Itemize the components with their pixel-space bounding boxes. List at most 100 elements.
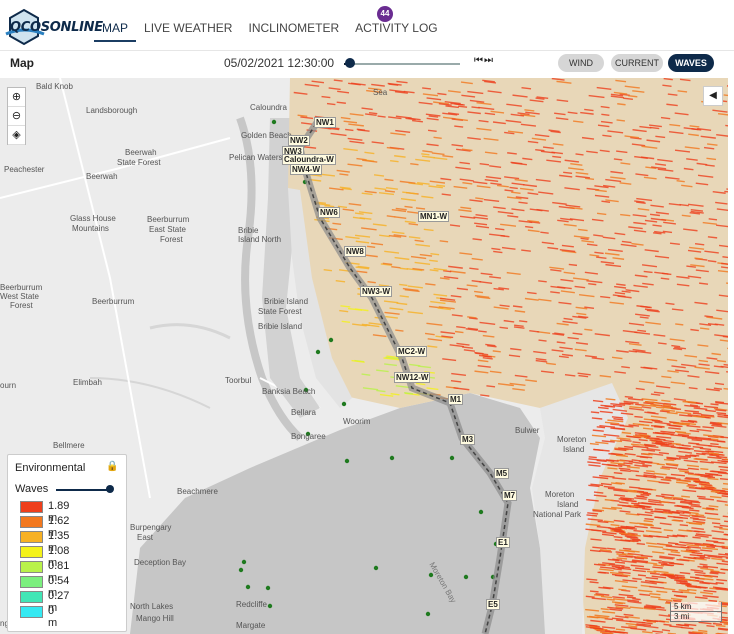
place-label: Beerwah — [86, 172, 118, 181]
legend-layer-label: Waves — [15, 483, 49, 495]
map-toolbar: Map 05/02/2021 12:30:00 ⏮⏭ WIND CURRENT … — [0, 51, 734, 77]
legend-swatch — [20, 531, 43, 543]
waves-button[interactable]: WAVES — [668, 54, 714, 72]
top-bar: QCOSONLINE MAP LIVE WEATHER INCLINOMETER… — [0, 0, 734, 51]
place-label: Mango Hill — [136, 614, 174, 623]
place-label: Bribie Island — [258, 322, 303, 331]
place-label: Bellmere — [53, 441, 85, 450]
place-label: Redcliffe — [236, 600, 267, 609]
place-label: Toorbul — [225, 376, 252, 385]
place-label: Forest — [10, 301, 33, 310]
station-label[interactable]: NW3-W — [360, 286, 392, 297]
station-label[interactable]: NW4-W — [290, 164, 322, 175]
scale-mi: 3 mi — [670, 612, 722, 622]
scale-km: 5 km — [670, 602, 722, 612]
layers-icon[interactable]: ◈ — [8, 126, 25, 145]
opacity-slider[interactable] — [56, 489, 109, 491]
zoom-out-icon[interactable]: ⊖ — [8, 107, 25, 126]
main-nav: MAP LIVE WEATHER INCLINOMETER ACTIVITY L… — [94, 0, 446, 50]
place-label: Landsborough — [86, 106, 138, 115]
place-label: Sea — [373, 88, 388, 97]
skip-back-icon[interactable]: ⏮ — [474, 55, 484, 66]
legend-label: 0 m — [48, 605, 58, 629]
logo-text: QCOSONLINE — [10, 20, 103, 35]
zoom-control: ⊕ ⊖ ◈ — [7, 87, 26, 145]
place-label: Island North — [238, 235, 282, 244]
station-label[interactable]: M5 — [494, 468, 510, 479]
place-label: Glass House — [70, 214, 116, 223]
place-label: Caloundra — [250, 103, 287, 112]
tab-live-weather[interactable]: LIVE WEATHER — [136, 0, 240, 50]
app-logo[interactable]: QCOSONLINE — [4, 6, 103, 46]
collapse-panel-icon[interactable]: ◀ — [703, 86, 723, 106]
legend-swatch — [20, 576, 43, 588]
station-label[interactable]: MC2-W — [396, 346, 428, 357]
page-title: Map — [10, 56, 34, 70]
skip-forward-icon[interactable]: ⏭ — [484, 55, 494, 66]
place-label: Peachester — [4, 165, 45, 174]
legend-swatch — [20, 546, 43, 558]
station-label[interactable]: MN1-W — [418, 211, 450, 222]
place-label: Golden Beach — [241, 131, 292, 140]
station-label[interactable]: M7 — [502, 490, 518, 501]
zoom-in-icon[interactable]: ⊕ — [8, 88, 25, 107]
legend-swatch — [20, 606, 43, 618]
place-label: Margate — [236, 621, 266, 630]
station-label[interactable]: E1 — [496, 537, 510, 548]
station-label[interactable]: M1 — [448, 394, 464, 405]
place-label: Mountains — [72, 224, 109, 233]
place-label: Island — [563, 445, 585, 454]
place-label: West State — [0, 292, 39, 301]
place-label: Beachmere — [177, 487, 218, 496]
place-label: Bribie — [238, 226, 259, 235]
current-button[interactable]: CURRENT — [611, 54, 663, 72]
wind-button[interactable]: WIND — [558, 54, 604, 72]
place-label: Bald Knob — [36, 82, 73, 91]
place-label: State Forest — [258, 307, 302, 316]
legend-title: Environmental — [15, 462, 86, 474]
opacity-slider-handle[interactable] — [106, 485, 114, 493]
place-label: Moreton — [545, 490, 575, 499]
place-label: Pelican Waters — [229, 153, 283, 162]
place-label: Beerburrum — [92, 297, 135, 306]
place-label: State Forest — [117, 158, 161, 167]
place-label: Elimbah — [73, 378, 102, 387]
station-label[interactable]: M3 — [460, 434, 476, 445]
station-label[interactable]: E5 — [486, 599, 500, 610]
place-label: Burpengary — [130, 523, 172, 532]
place-label: North Lakes — [130, 602, 174, 611]
tab-activity-log[interactable]: ACTIVITY LOG — [347, 0, 445, 50]
place-label: East State — [149, 225, 186, 234]
tab-map[interactable]: MAP — [94, 0, 137, 50]
tab-inclinometer[interactable]: INCLINOMETER — [240, 0, 347, 50]
station-label[interactable]: NW12-W — [394, 372, 431, 383]
legend-swatch — [20, 591, 43, 603]
legend-swatch — [20, 561, 43, 573]
place-label: Deception Bay — [134, 558, 187, 567]
place-label: Beerwah — [125, 148, 157, 157]
station-label[interactable]: NW1 — [314, 117, 336, 128]
lock-icon[interactable]: 🔒 — [106, 461, 118, 472]
legend-swatch — [20, 516, 43, 528]
timestamp-display: 05/02/2021 12:30:00 — [224, 56, 335, 70]
place-label: National Park — [533, 510, 582, 519]
place-label: Forest — [160, 235, 183, 244]
place-label: ourn — [0, 381, 17, 390]
legend-swatch — [20, 501, 43, 513]
place-label: Beerburrum — [147, 215, 190, 224]
place-label: Beerburrum — [0, 283, 43, 292]
place-label: Bongaree — [291, 432, 326, 441]
environmental-legend: Environmental 🔒 Waves 1.89 m 1.62 m 1.35 m… — [7, 454, 127, 632]
place-label: Bellara — [291, 408, 316, 417]
place-label: Bribie Island — [264, 297, 309, 306]
place-label: Bulwer — [515, 426, 540, 435]
map-scale: 5 km 3 mi — [670, 602, 722, 624]
place-label: East — [137, 533, 154, 542]
time-slider-track[interactable] — [344, 63, 460, 65]
time-slider-handle[interactable] — [344, 58, 355, 68]
station-label[interactable]: NW6 — [318, 207, 340, 218]
station-label[interactable]: NW8 — [344, 246, 366, 257]
playback-controls: ⏮⏭ — [474, 55, 494, 66]
station-label[interactable]: NW2 — [288, 135, 310, 146]
place-label: Woorim — [343, 417, 371, 426]
